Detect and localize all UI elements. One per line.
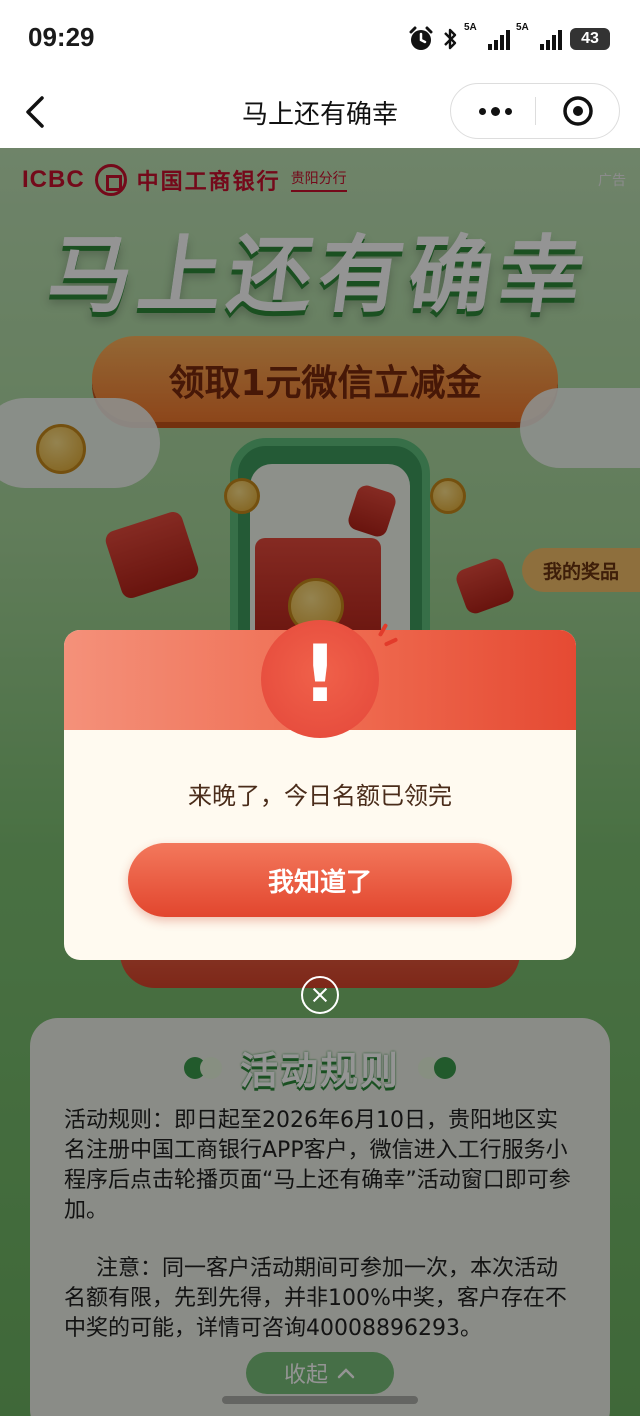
battery-icon: 43: [570, 28, 610, 50]
result-dialog: ! 来晚了，今日名额已领完 我知道了: [64, 620, 576, 960]
nav-bar: 马上还有确幸: [0, 78, 640, 148]
status-bar: 09:29 5A 5A 43: [0, 0, 640, 78]
close-miniprogram-icon[interactable]: [561, 94, 595, 128]
signal-icon-sim1: 5A: [464, 22, 510, 50]
status-icons: 5A 5A 43: [408, 22, 610, 54]
dialog-message: 来晚了，今日名额已领完: [188, 782, 452, 810]
miniprogram-capsule: [450, 83, 620, 139]
status-time: 09:29: [28, 22, 95, 52]
close-dialog-icon[interactable]: [301, 976, 339, 1014]
signal-icon-sim2: 5A: [516, 22, 562, 50]
alarm-icon: [409, 26, 433, 50]
more-icon[interactable]: [475, 88, 515, 134]
acknowledge-button[interactable]: 我知道了: [128, 843, 512, 917]
bluetooth-icon: [444, 28, 457, 50]
exclamation-icon: !: [261, 620, 379, 738]
